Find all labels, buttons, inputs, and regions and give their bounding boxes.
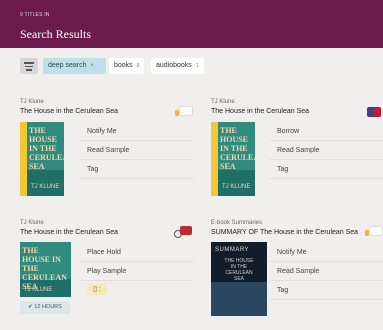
wait-time-badge: ✔ 12 HOURS: [20, 301, 70, 314]
divider: [80, 261, 193, 262]
card-title[interactable]: The House in the Cerulean Sea: [211, 108, 309, 115]
page-title: Search Results: [20, 27, 91, 41]
place-hold-button[interactable]: Place Hold: [87, 249, 121, 256]
divider: [80, 159, 193, 160]
divider: [80, 178, 193, 179]
book-cover[interactable]: THE HOUSE IN THE CERULEAN SEA TJ KLUNE: [211, 122, 255, 196]
card-author[interactable]: TJ Klune: [20, 220, 44, 226]
chip-count: 1: [195, 63, 199, 69]
tag-button[interactable]: Tag: [277, 287, 288, 294]
tag-button[interactable]: Tag: [87, 166, 98, 173]
card-title[interactable]: SUMMARY OF The House in the Cerulean Sea: [211, 229, 358, 236]
hold-icon: [180, 226, 192, 235]
availability-icon: [369, 226, 383, 236]
filter-chip-audiobooks[interactable]: audiobooks 1: [151, 58, 204, 74]
card-author[interactable]: E-book Summaries: [211, 220, 262, 226]
divider: [270, 299, 383, 300]
filter-chip-books[interactable]: books 8: [109, 58, 145, 74]
divider: [270, 261, 383, 262]
notify-me-button[interactable]: Notify Me: [277, 249, 307, 256]
borrow-button[interactable]: Borrow: [277, 128, 299, 135]
divider: [270, 159, 383, 160]
divider: [80, 280, 193, 281]
cover-subtitle: THE HOUSE IN THE CERULEAN SEA: [224, 258, 254, 282]
read-sample-button[interactable]: Read Sample: [87, 147, 129, 154]
read-sample-button[interactable]: Read Sample: [277, 268, 319, 275]
cover-author: TJ KLUNE: [222, 184, 251, 190]
card-title[interactable]: The House in the Cerulean Sea: [20, 108, 118, 115]
filter-chip-deep-search[interactable]: deep search ×: [43, 58, 106, 74]
card-title[interactable]: The House in the Cerulean Sea: [20, 229, 118, 236]
available-icon: [367, 107, 381, 117]
book-cover[interactable]: THE HOUSE IN THE CERULEAN SEA TJ KLUNE: [20, 122, 64, 196]
play-sample-button[interactable]: Play Sample: [87, 268, 126, 275]
audiobook-format-icon: ▯ :: [87, 284, 107, 295]
book-cover[interactable]: SUMMARY THE HOUSE IN THE CERULEAN SEA: [211, 242, 267, 316]
read-sample-button[interactable]: Read Sample: [277, 147, 319, 154]
results-count: 9 TITLES IN: [20, 12, 50, 18]
availability-icon: [179, 106, 193, 116]
chip-label: audiobooks: [156, 62, 192, 69]
cover-title: SUMMARY: [215, 247, 250, 253]
audiobook-cover[interactable]: THE HOUSE IN THE CERULEAN SEA TJ KLUNE: [20, 242, 71, 297]
divider: [270, 140, 383, 141]
divider: [270, 280, 383, 281]
divider: [270, 178, 383, 179]
chip-label: deep search: [48, 62, 87, 69]
cover-author: TJ KLUNE: [24, 287, 53, 293]
cover-title: THE HOUSE IN THE CERULEAN SEA: [220, 126, 255, 171]
cover-title: THE HOUSE IN THE CERULEAN SEA: [22, 246, 67, 291]
tag-button[interactable]: Tag: [277, 166, 288, 173]
close-icon[interactable]: ×: [91, 63, 95, 69]
page-header: 9 TITLES IN Search Results: [0, 0, 383, 48]
card-author[interactable]: TJ Klune: [20, 99, 44, 105]
divider: [80, 140, 193, 141]
filter-bar: deep search × books 8 audiobooks 1: [0, 48, 383, 82]
chip-label: books: [114, 62, 133, 69]
filter-menu-icon[interactable]: [20, 58, 38, 74]
cover-author: TJ KLUNE: [31, 184, 60, 190]
chip-count: 8: [136, 63, 140, 69]
card-author[interactable]: TJ Klune: [211, 99, 235, 105]
notify-me-button[interactable]: Notify Me: [87, 128, 117, 135]
cover-title: THE HOUSE IN THE CERULEAN SEA: [29, 126, 64, 171]
